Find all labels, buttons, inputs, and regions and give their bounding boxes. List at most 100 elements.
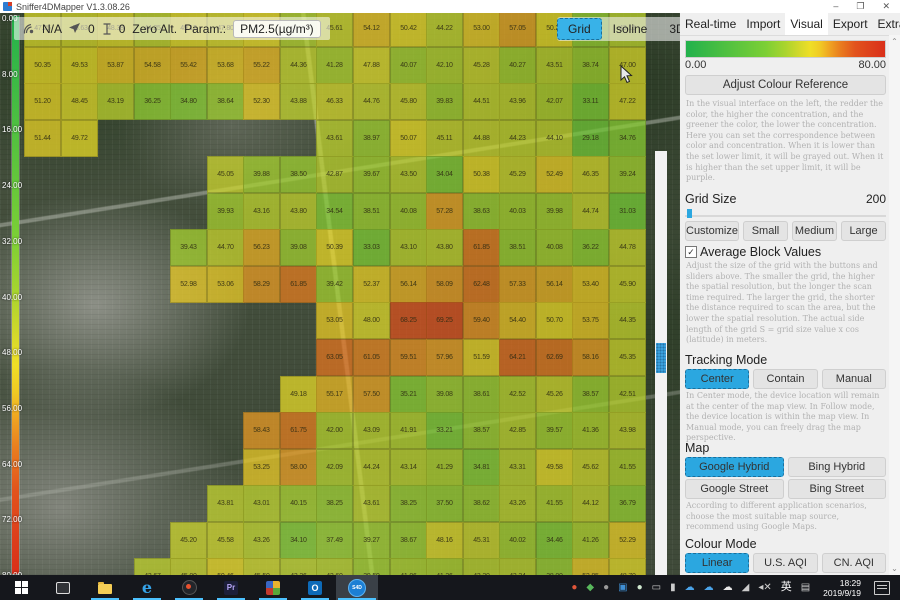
view-mode-isoline-button[interactable]: Isoline: [602, 18, 659, 40]
taskbar-file-explorer-button[interactable]: [84, 575, 126, 600]
clock-date: 2019/9/19: [823, 588, 861, 598]
taskbar-outlook-button[interactable]: O: [294, 575, 336, 600]
ime-language-indicator[interactable]: 英: [781, 575, 792, 600]
tab-visual[interactable]: Visual: [785, 13, 827, 35]
average-block-values-checkbox[interactable]: ✓: [685, 246, 697, 258]
grid-cell: 44.51: [463, 83, 500, 120]
security-shield-icon[interactable]: ◆: [586, 575, 594, 600]
taskbar-sniffer4d-button[interactable]: S4D: [336, 575, 378, 600]
colour-mode-label: Colour Mode: [685, 537, 886, 551]
close-button[interactable]: ✕: [882, 1, 890, 12]
grid-cell: 38.64: [207, 83, 244, 120]
record-dot-icon[interactable]: ●: [571, 575, 577, 600]
volume-muted-icon[interactable]: ◂✕: [758, 575, 771, 600]
grid-cell: 38.67: [390, 522, 427, 559]
grid-cell: 43.14: [390, 449, 427, 486]
panel-scrollbar[interactable]: ⌃ ⌄: [889, 35, 900, 575]
taskbar-task-view-button[interactable]: [42, 575, 84, 600]
minimize-button[interactable]: –: [833, 1, 838, 12]
slider-track[interactable]: [685, 215, 886, 217]
premiere-pro-icon: Pr: [224, 581, 238, 595]
map-scrollbar-thumb[interactable]: [656, 343, 666, 373]
bing-hybrid-button[interactable]: Bing Hybrid: [788, 457, 887, 477]
manual-button[interactable]: Manual: [822, 369, 886, 389]
scale-tick-label: 32.00: [2, 237, 22, 246]
param-selector[interactable]: PM2.5(µg/m³): [233, 20, 321, 38]
grid-cell: 58.16: [572, 339, 609, 376]
tab-import[interactable]: Import: [741, 13, 785, 35]
maximize-button[interactable]: ❐: [856, 1, 864, 12]
zero-alt-button[interactable]: Zero Alt.: [132, 22, 177, 36]
taskbar-edge-button[interactable]: e: [126, 575, 168, 600]
grid-cell: 45.20: [170, 522, 207, 559]
slider-thumb[interactable]: [687, 209, 692, 218]
bing-street-button[interactable]: Bing Street: [788, 479, 887, 499]
grid-cell: 44.12: [572, 485, 609, 522]
taskbar-action-recorder-button[interactable]: [168, 575, 210, 600]
display-icon[interactable]: ▭: [652, 575, 661, 600]
taskbar-premiere-button[interactable]: Pr: [210, 575, 252, 600]
cloud-blue-2-icon[interactable]: ☁: [704, 575, 714, 600]
linear-button[interactable]: Linear: [685, 553, 749, 573]
grid-cell: 40.02: [499, 522, 536, 559]
ime-keyboard-icon[interactable]: ▤: [801, 575, 810, 600]
grid-description: Adjust the size of the grid with the but…: [686, 261, 885, 349]
grid-cell: 34.80: [170, 83, 207, 120]
contain-button[interactable]: Contain: [753, 369, 817, 389]
tab-export[interactable]: Export: [828, 13, 873, 35]
taskbar-clock[interactable]: 18:29 2019/9/19: [819, 578, 865, 598]
medium-button[interactable]: Medium: [792, 221, 837, 241]
battery-icon[interactable]: ▮: [670, 575, 676, 600]
grid-cell: 43.26: [243, 522, 280, 559]
grid-cell: 34.46: [536, 522, 573, 559]
tab-real-time[interactable]: Real-time: [680, 13, 741, 35]
sync-ball-icon[interactable]: ●: [637, 575, 643, 600]
grid-size-slider[interactable]: [685, 209, 886, 218]
view-mode-grid-button[interactable]: Grid: [557, 18, 602, 40]
cloud-blue-1-icon[interactable]: ☁: [685, 575, 695, 600]
task-view-icon: [56, 582, 70, 594]
scale-tick-label: 16.00: [2, 125, 22, 134]
grid-cell: 50.42: [390, 13, 427, 47]
cloud-white-icon[interactable]: ☁: [723, 575, 733, 600]
map-viewport[interactable]: 47.2546.6348.3844.2549.1247.8050.2141.88…: [0, 13, 680, 575]
grid-cell: 43.80: [280, 193, 317, 230]
windows-logo-icon: [15, 581, 28, 594]
taskbar-game-button[interactable]: [252, 575, 294, 600]
center-button[interactable]: Center: [685, 369, 749, 389]
satellite-count: N/A: [42, 22, 62, 36]
cn-aqi-button[interactable]: CN. AQI: [822, 553, 886, 573]
device-icon[interactable]: ●: [603, 575, 609, 600]
notification-center-icon[interactable]: [874, 581, 890, 595]
large-button[interactable]: Large: [841, 221, 886, 241]
google-hybrid-button[interactable]: Google Hybrid: [685, 457, 784, 477]
u-s-aqi-button[interactable]: U.S. AQI: [753, 553, 817, 573]
map-scrollbar[interactable]: [655, 151, 667, 575]
customize-button[interactable]: Customize: [685, 221, 739, 241]
grid-cell: 51.20: [24, 83, 61, 120]
windows-taskbar: e Pr OS4D ● ◆ ● ▣ ● ▭ ▮ ☁ ☁ ☁ ◢ ◂✕ 英 ▤ 18:29 2019/9/19: [0, 575, 900, 600]
grid-cell: 38.74: [572, 47, 609, 84]
grid-cell: 39.27: [353, 522, 390, 559]
taskbar-start-button[interactable]: [0, 575, 42, 600]
map-source-description: According to different application scena…: [686, 501, 885, 533]
scale-tick-label: 56.00: [2, 404, 22, 413]
adjust-colour-reference-button[interactable]: Adjust Colour Reference: [685, 75, 886, 95]
tab-extras[interactable]: Extras: [873, 13, 900, 35]
scroll-up-arrow[interactable]: ⌃: [889, 37, 900, 46]
network-signal-icon[interactable]: ◢: [742, 575, 750, 600]
grid-cell: 52.29: [609, 522, 646, 559]
grid-cell: 44.10: [536, 120, 573, 157]
grid-cell: 38.63: [463, 193, 500, 230]
grid-cell: 41.26: [426, 558, 463, 575]
scroll-down-arrow[interactable]: ⌄: [889, 564, 900, 573]
grid-size-label: Grid Size: [685, 192, 736, 206]
google-street-button[interactable]: Google Street: [685, 479, 784, 499]
file-explorer-icon: [98, 584, 112, 594]
grid-cell: 53.40: [572, 266, 609, 303]
view-mode-3d-button[interactable]: 3D: [658, 18, 680, 40]
small-button[interactable]: Small: [743, 221, 788, 241]
outlook-tray-icon[interactable]: ▣: [618, 575, 627, 600]
grid-cell: 43.61: [316, 120, 353, 157]
grid-cell: 38.25: [390, 485, 427, 522]
